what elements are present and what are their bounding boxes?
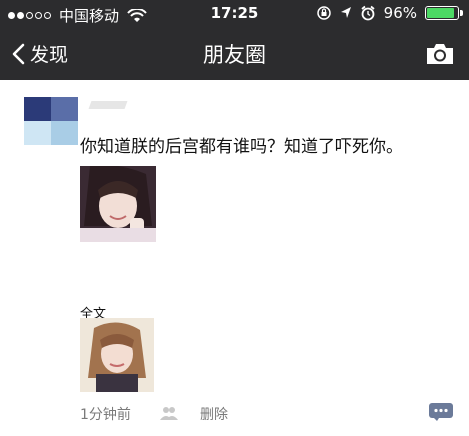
page-title: 朋友圈 <box>203 43 266 67</box>
delete-button[interactable]: 删除 <box>200 404 228 424</box>
nav-bar: 发现 朋友圈 <box>0 28 469 80</box>
camera-icon[interactable] <box>425 42 455 66</box>
status-right: 96% <box>316 4 463 22</box>
battery-percent: 96% <box>383 4 417 22</box>
photo-image <box>80 166 156 242</box>
post-photo[interactable] <box>80 318 154 392</box>
battery-icon <box>425 6 463 20</box>
group-icon <box>160 407 178 420</box>
status-bar: 中国移动 17:25 96% <box>0 0 469 28</box>
avatar-block <box>51 121 78 145</box>
post-photo[interactable] <box>80 166 156 242</box>
avatar-block <box>24 121 51 145</box>
post-text: 你知道朕的后宫都有谁吗？知道了吓死你。 <box>80 137 403 157</box>
alarm-icon <box>361 5 375 21</box>
top-bar: 中国移动 17:25 96% 发现 朋友圈 <box>0 0 469 80</box>
comment-icon[interactable] <box>428 402 454 422</box>
avatar[interactable] <box>24 97 78 145</box>
username-blurred[interactable] <box>88 101 128 109</box>
battery-fill <box>427 8 454 18</box>
location-icon <box>340 7 351 18</box>
avatar-block <box>51 97 78 121</box>
post-time: 1分钟前 <box>80 407 131 423</box>
lock-rotation-icon <box>316 6 331 20</box>
avatar-block <box>24 97 51 121</box>
photo-image <box>80 318 154 392</box>
post-footer: 1分钟前 删除 <box>80 402 460 424</box>
